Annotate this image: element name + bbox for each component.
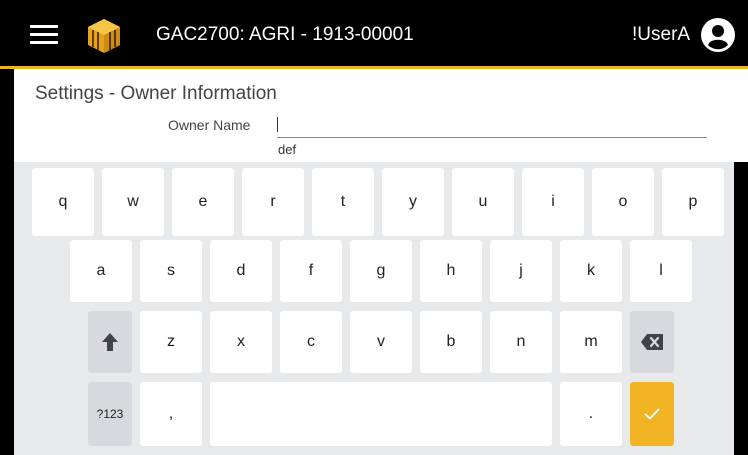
app-window: GAC2700: AGRI - 1913-00001 !UserA Settin… bbox=[0, 0, 748, 455]
key-n[interactable]: n bbox=[490, 311, 552, 373]
backspace-icon bbox=[641, 334, 663, 350]
shift-key[interactable] bbox=[88, 311, 132, 373]
key-b[interactable]: b bbox=[420, 311, 482, 373]
key-h[interactable]: h bbox=[420, 240, 482, 302]
key-c[interactable]: c bbox=[280, 311, 342, 373]
key-r[interactable]: r bbox=[242, 168, 304, 236]
text-caret bbox=[277, 117, 278, 132]
owner-name-input[interactable] bbox=[277, 117, 707, 138]
backspace-key[interactable] bbox=[630, 311, 674, 373]
key-w[interactable]: w bbox=[102, 168, 164, 236]
key-l[interactable]: l bbox=[630, 240, 692, 302]
device-title: GAC2700: AGRI - 1913-00001 bbox=[156, 24, 414, 45]
key-p[interactable]: p bbox=[662, 168, 724, 236]
settings-panel: Settings - Owner Information Owner Name … bbox=[14, 69, 748, 162]
key-m[interactable]: m bbox=[560, 311, 622, 373]
checkmark-icon bbox=[644, 408, 660, 420]
hamburger-menu-icon[interactable] bbox=[30, 25, 58, 45]
onscreen-keyboard: q w e r t y u i o p a s d f g h j k l z … bbox=[14, 162, 734, 455]
key-d[interactable]: d bbox=[210, 240, 272, 302]
key-u[interactable]: u bbox=[452, 168, 514, 236]
symbols-key[interactable]: ?123 bbox=[88, 382, 132, 446]
page-title: Settings - Owner Information bbox=[35, 83, 277, 104]
key-y[interactable]: y bbox=[382, 168, 444, 236]
shift-up-arrow-icon bbox=[102, 333, 118, 351]
key-e[interactable]: e bbox=[172, 168, 234, 236]
key-z[interactable]: z bbox=[140, 311, 202, 373]
key-comma[interactable]: , bbox=[140, 382, 202, 446]
gold-striped-cube-logo bbox=[84, 16, 124, 56]
suggestion-chip[interactable]: def bbox=[278, 142, 296, 157]
key-s[interactable]: s bbox=[140, 240, 202, 302]
key-q[interactable]: q bbox=[32, 168, 94, 236]
enter-key[interactable] bbox=[630, 382, 674, 446]
key-i[interactable]: i bbox=[522, 168, 584, 236]
key-period[interactable]: . bbox=[560, 382, 622, 446]
top-bar: GAC2700: AGRI - 1913-00001 !UserA bbox=[0, 0, 748, 66]
key-f[interactable]: f bbox=[280, 240, 342, 302]
owner-name-label: Owner Name bbox=[168, 117, 251, 133]
key-t[interactable]: t bbox=[312, 168, 374, 236]
user-circle-icon[interactable] bbox=[700, 17, 736, 53]
key-o[interactable]: o bbox=[592, 168, 654, 236]
key-k[interactable]: k bbox=[560, 240, 622, 302]
space-key[interactable] bbox=[210, 382, 552, 446]
key-j[interactable]: j bbox=[490, 240, 552, 302]
user-name[interactable]: !UserA bbox=[632, 24, 690, 46]
key-v[interactable]: v bbox=[350, 311, 412, 373]
key-a[interactable]: a bbox=[70, 240, 132, 302]
key-g[interactable]: g bbox=[350, 240, 412, 302]
key-x[interactable]: x bbox=[210, 311, 272, 373]
